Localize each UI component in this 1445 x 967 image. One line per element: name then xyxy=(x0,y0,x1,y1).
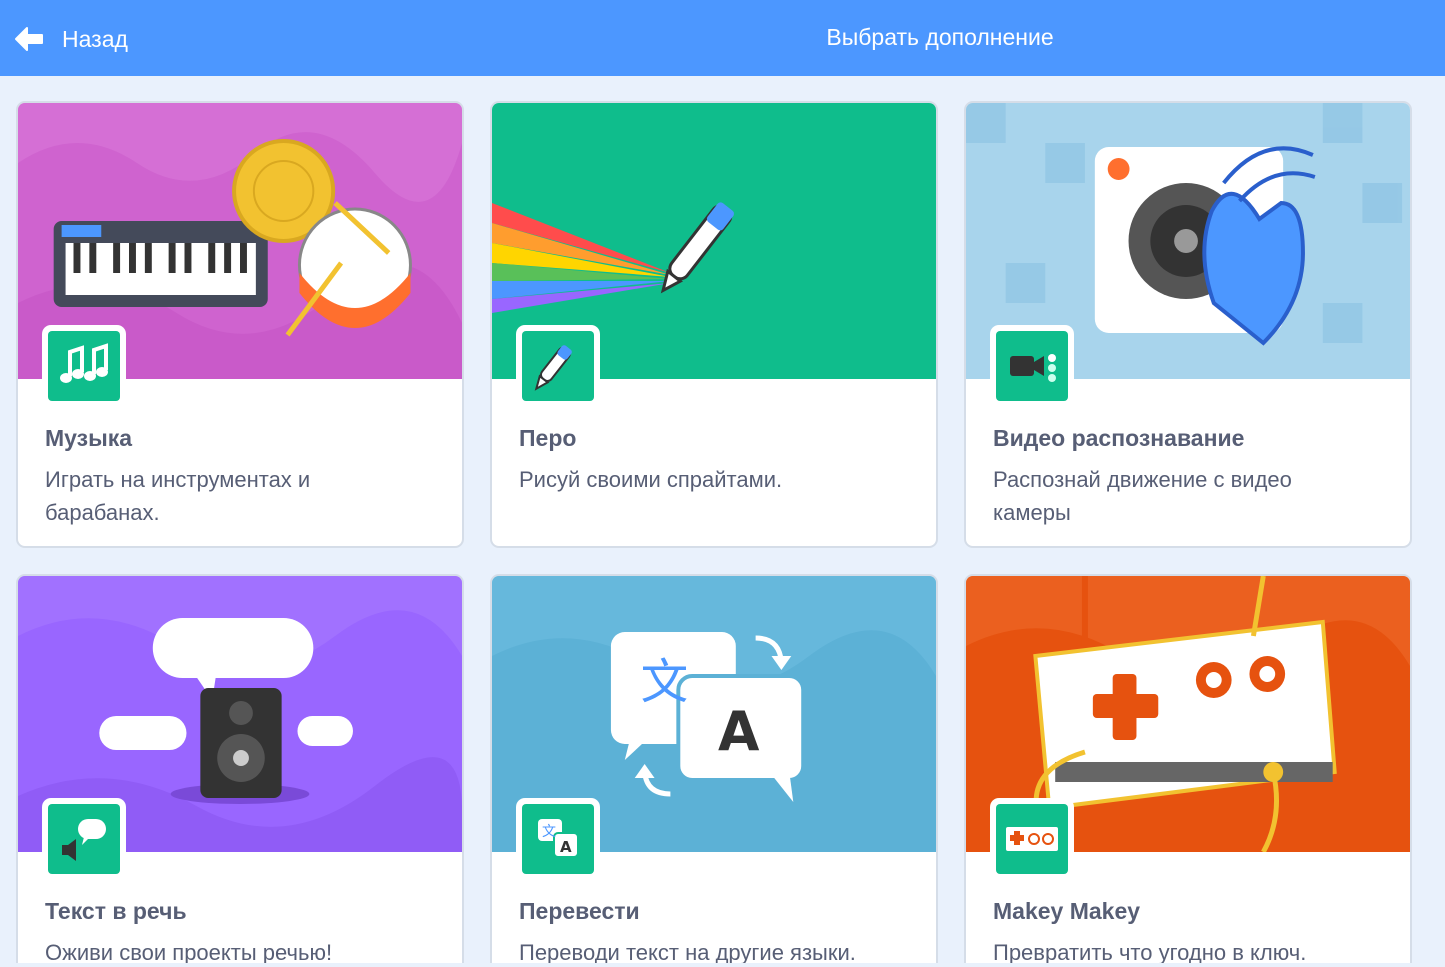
extension-card-makey-makey[interactable]: Makey Makey Превратить что угодно в ключ… xyxy=(964,574,1412,967)
music-icon-tile xyxy=(42,325,126,407)
extension-card-translate[interactable]: 文 A 文 A Перевести Переводи текст на друг… xyxy=(490,574,938,967)
music-notes-icon xyxy=(60,343,108,383)
header-bar: Назад Выбрать дополнение xyxy=(0,0,1445,76)
makey-makey-icon xyxy=(1006,827,1058,851)
pen-icon xyxy=(534,345,572,391)
translate-icon: 文 A xyxy=(538,819,579,858)
bottom-edge xyxy=(0,963,1445,967)
translate-icon-tile: 文 A xyxy=(516,798,600,880)
extension-name: Видео распознавание xyxy=(993,425,1245,451)
video-icon-tile xyxy=(990,325,1074,407)
extension-name: Перо xyxy=(519,425,577,451)
extension-card-text-to-speech[interactable]: Текст в речь Оживи свои проекты речью! xyxy=(16,574,464,967)
extension-description: Рисуй своими спрайтами. xyxy=(519,467,783,492)
speaker-bubble-icon xyxy=(62,819,106,861)
svg-text:A: A xyxy=(560,838,572,856)
svg-text:A: A xyxy=(718,700,760,763)
extension-name: Перевести xyxy=(519,898,640,924)
svg-text:文: 文 xyxy=(542,824,556,840)
pen-icon-tile xyxy=(516,325,600,407)
extension-card-video-sensing[interactable]: Видео распознавание Распознай движение с… xyxy=(964,101,1412,548)
extension-name: Текст в речь xyxy=(45,898,187,924)
text-to-speech-icon-tile xyxy=(42,798,126,880)
extension-name: Makey Makey xyxy=(993,898,1141,924)
video-camera-icon xyxy=(1010,354,1056,382)
extension-description: Играть на инструментах и барабанах. xyxy=(45,467,311,525)
extension-description: Распознай движение с видео камеры xyxy=(993,467,1292,525)
extension-card-music[interactable]: Музыка Играть на инструментах и барабана… xyxy=(16,101,464,548)
makey-makey-icon-tile xyxy=(990,798,1074,880)
extension-name: Музыка xyxy=(45,425,133,451)
svg-text:文: 文 xyxy=(641,655,689,710)
page-title: Выбрать дополнение xyxy=(826,24,1054,50)
extension-card-pen[interactable]: Перо Рисуй своими спрайтами. xyxy=(490,101,938,548)
